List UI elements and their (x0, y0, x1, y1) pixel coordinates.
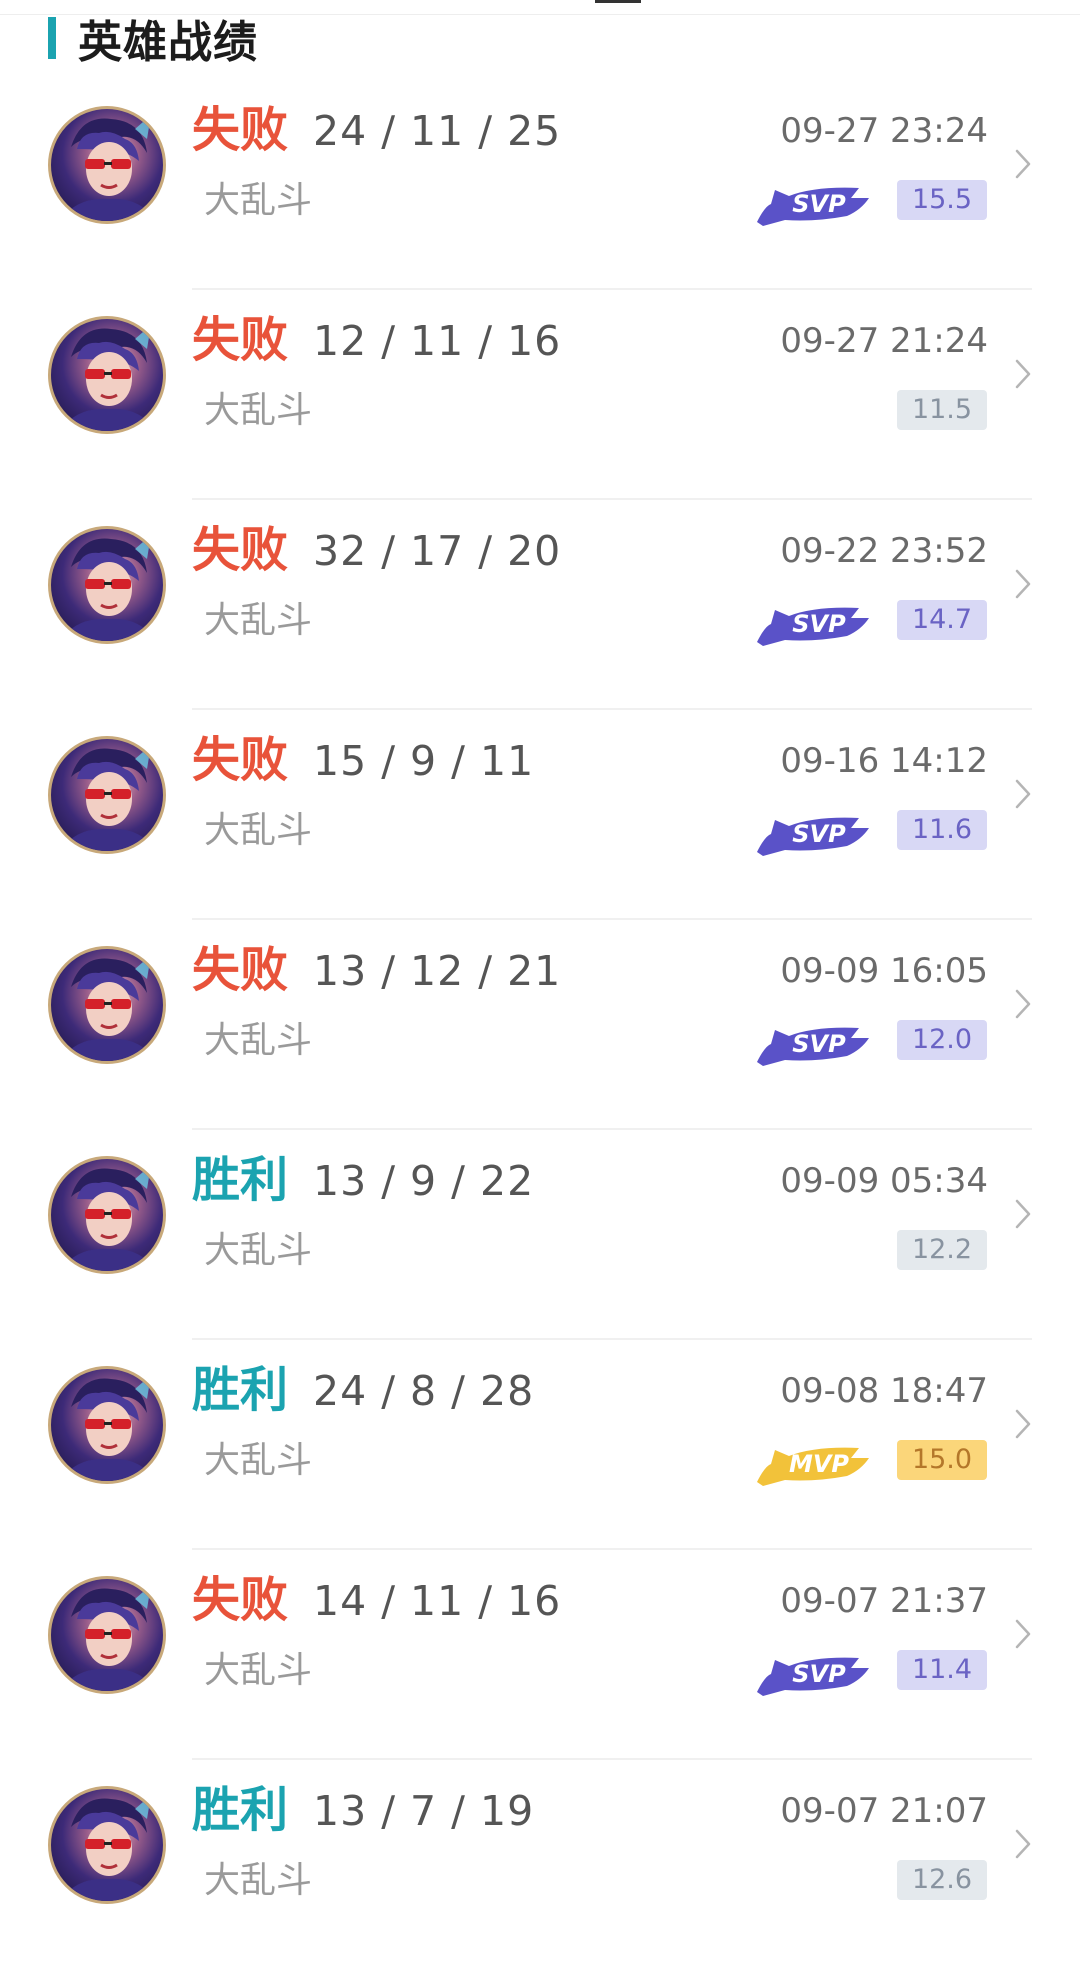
chevron-right-icon (1014, 148, 1032, 180)
match-score: 11.4 (897, 1650, 987, 1690)
svp-badge-icon: SVP (755, 176, 873, 228)
section-accent-bar (48, 17, 56, 59)
game-mode: 大乱斗 (204, 1440, 313, 1481)
chevron-right-icon (1014, 1828, 1032, 1860)
section-header: 英雄战绩 (48, 10, 258, 68)
game-mode: 大乱斗 (204, 1020, 313, 1061)
chevron-right-icon (1014, 1408, 1032, 1440)
svp-badge-icon: SVP (755, 1016, 873, 1068)
badge-label: SVP (792, 190, 846, 218)
section-title: 英雄战绩 (78, 17, 258, 68)
match-list: 失败 24 / 11 / 25 大乱斗 09-27 23:24 SVP 15.5 (0, 80, 1080, 1970)
kda-stats: 15 / 9 / 11 (313, 737, 535, 785)
chevron-right-icon (1014, 778, 1032, 810)
hero-avatar-icon (48, 106, 166, 224)
game-mode: 大乱斗 (204, 600, 313, 641)
hero-avatar-icon (48, 1366, 166, 1484)
chevron-right-icon (1014, 1198, 1032, 1230)
match-score: 12.6 (897, 1860, 987, 1900)
match-time: 09-27 23:24 (780, 111, 988, 151)
svp-badge-icon: SVP (755, 806, 873, 858)
mvp-badge-icon: MVP (755, 1436, 873, 1488)
match-time: 09-09 16:05 (780, 951, 988, 991)
match-result: 失败 (192, 942, 289, 998)
hero-avatar-icon (48, 736, 166, 854)
kda-stats: 24 / 11 / 25 (313, 107, 562, 155)
match-score: 15.5 (897, 180, 987, 220)
match-row-8[interactable]: 胜利 13 / 7 / 19 大乱斗 09-07 21:07 12.6 (0, 1760, 1080, 1970)
hero-avatar-icon (48, 316, 166, 434)
badge-label: MVP (789, 1450, 849, 1478)
badge-label: SVP (792, 820, 846, 848)
chevron-right-icon (1014, 358, 1032, 390)
match-result: 失败 (192, 1572, 289, 1628)
chevron-right-icon (1014, 1618, 1032, 1650)
match-time: 09-09 05:34 (780, 1161, 988, 1201)
match-score: 14.7 (897, 600, 987, 640)
chevron-right-icon (1014, 568, 1032, 600)
game-mode: 大乱斗 (204, 810, 313, 851)
match-time: 09-27 21:24 (780, 321, 988, 361)
kda-stats: 13 / 9 / 22 (313, 1157, 535, 1205)
match-score: 12.0 (897, 1020, 987, 1060)
match-time: 09-08 18:47 (780, 1371, 988, 1411)
match-result: 失败 (192, 102, 289, 158)
hero-avatar-icon (48, 1786, 166, 1904)
tab-indicator (595, 0, 641, 3)
hero-avatar-icon (48, 1576, 166, 1694)
match-score: 15.0 (897, 1440, 987, 1480)
match-score: 12.2 (897, 1230, 987, 1270)
kda-stats: 13 / 12 / 21 (313, 947, 562, 995)
badge-label: SVP (792, 1660, 846, 1688)
chevron-right-icon (1014, 988, 1032, 1020)
match-time: 09-07 21:37 (780, 1581, 988, 1621)
kda-stats: 12 / 11 / 16 (313, 317, 562, 365)
match-score: 11.5 (897, 390, 987, 430)
badge-label: SVP (792, 610, 846, 638)
match-row-6[interactable]: 胜利 24 / 8 / 28 大乱斗 09-08 18:47 MVP 15.0 (0, 1340, 1080, 1550)
svp-badge-icon: SVP (755, 1646, 873, 1698)
match-time: 09-07 21:07 (780, 1791, 988, 1831)
match-result: 胜利 (192, 1362, 289, 1418)
svp-badge-icon: SVP (755, 596, 873, 648)
match-row-2[interactable]: 失败 32 / 17 / 20 大乱斗 09-22 23:52 SVP 14.7 (0, 500, 1080, 710)
badge-label: SVP (792, 1030, 846, 1058)
kda-stats: 24 / 8 / 28 (313, 1367, 535, 1415)
hero-avatar-icon (48, 526, 166, 644)
match-result: 失败 (192, 732, 289, 788)
match-time: 09-22 23:52 (780, 531, 988, 571)
game-mode: 大乱斗 (204, 180, 313, 221)
hero-avatar-icon (48, 946, 166, 1064)
hero-avatar-icon (48, 1156, 166, 1274)
match-result: 胜利 (192, 1152, 289, 1208)
match-time: 09-16 14:12 (780, 741, 988, 781)
match-row-5[interactable]: 胜利 13 / 9 / 22 大乱斗 09-09 05:34 12.2 (0, 1130, 1080, 1340)
match-row-3[interactable]: 失败 15 / 9 / 11 大乱斗 09-16 14:12 SVP 11.6 (0, 710, 1080, 920)
match-row-1[interactable]: 失败 12 / 11 / 16 大乱斗 09-27 21:24 11.5 (0, 290, 1080, 500)
kda-stats: 14 / 11 / 16 (313, 1577, 562, 1625)
match-row-7[interactable]: 失败 14 / 11 / 16 大乱斗 09-07 21:37 SVP 11.4 (0, 1550, 1080, 1760)
match-row-4[interactable]: 失败 13 / 12 / 21 大乱斗 09-09 16:05 SVP 12.0 (0, 920, 1080, 1130)
match-result: 胜利 (192, 1782, 289, 1838)
match-result: 失败 (192, 522, 289, 578)
kda-stats: 13 / 7 / 19 (313, 1787, 535, 1835)
game-mode: 大乱斗 (204, 1650, 313, 1691)
match-score: 11.6 (897, 810, 987, 850)
match-row-0[interactable]: 失败 24 / 11 / 25 大乱斗 09-27 23:24 SVP 15.5 (0, 80, 1080, 290)
kda-stats: 32 / 17 / 20 (313, 527, 562, 575)
match-result: 失败 (192, 312, 289, 368)
game-mode: 大乱斗 (204, 390, 313, 431)
game-mode: 大乱斗 (204, 1860, 313, 1901)
game-mode: 大乱斗 (204, 1230, 313, 1271)
